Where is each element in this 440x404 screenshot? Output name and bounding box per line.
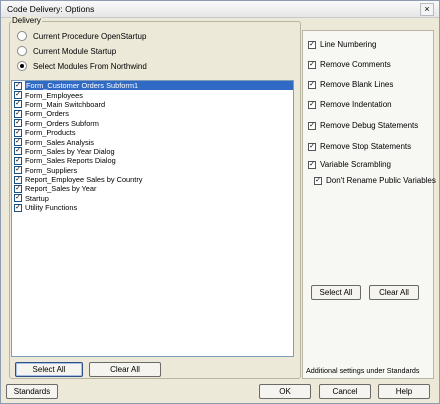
ok-button[interactable]: OK bbox=[259, 384, 311, 399]
list-item-label: Form_Sales Reports Dialog bbox=[25, 156, 116, 166]
list-item-label: Report_Employee Sales by Country bbox=[25, 175, 143, 185]
list-item[interactable]: ✓ Report_Employee Sales by Country bbox=[12, 175, 293, 184]
list-item[interactable]: ✓ Startup bbox=[12, 194, 293, 203]
list-item[interactable]: ✓ Form_Products bbox=[12, 128, 293, 137]
options-panel: ✓ Line Numbering ✓ Remove Comments ✓ Remove B… bbox=[302, 30, 436, 379]
list-item[interactable]: ✓ Form_Suppliers bbox=[12, 166, 293, 175]
checkbox-icon[interactable]: ✓ bbox=[308, 40, 316, 49]
checkbox-icon[interactable]: ✓ bbox=[14, 194, 22, 203]
checkbox-icon[interactable]: ✓ bbox=[14, 109, 22, 118]
list-item[interactable]: ✓ Form_Customer Orders Subform1 bbox=[12, 81, 293, 91]
option-checkbox[interactable]: ✓ Variable Scrambling bbox=[308, 159, 391, 170]
option-checkbox[interactable]: ✓ Remove Indentation bbox=[308, 99, 392, 110]
window-title: Code Delivery: Options bbox=[7, 4, 95, 14]
checkbox-icon[interactable]: ✓ bbox=[14, 138, 22, 147]
option-label: Remove Stop Statements bbox=[320, 142, 412, 151]
list-item-label: Report_Sales by Year bbox=[25, 184, 97, 194]
checkbox-icon[interactable]: ✓ bbox=[314, 176, 322, 185]
checkbox-icon[interactable]: ✓ bbox=[308, 160, 316, 169]
radio-current-procedure[interactable]: Current Procedure OpenStartup bbox=[17, 30, 146, 42]
checkbox-icon[interactable]: ✓ bbox=[14, 91, 22, 100]
radio-icon[interactable] bbox=[17, 46, 27, 56]
option-label: Remove Debug Statements bbox=[320, 121, 419, 130]
option-label: Remove Indentation bbox=[320, 100, 392, 109]
radio-label: Select Modules From Northwind bbox=[33, 61, 147, 71]
option-checkbox[interactable]: ✓ Remove Stop Statements bbox=[308, 141, 411, 152]
list-item-label: Form_Sales by Year Dialog bbox=[25, 146, 115, 156]
checkbox-icon[interactable]: ✓ bbox=[308, 142, 316, 151]
close-button[interactable]: × bbox=[420, 3, 434, 16]
list-item-label: Form_Orders bbox=[25, 109, 69, 119]
option-label: Remove Blank Lines bbox=[320, 80, 394, 89]
list-item-label: Utility Functions bbox=[25, 203, 78, 213]
title-bar[interactable]: Code Delivery: Options × bbox=[1, 1, 439, 18]
list-item[interactable]: ✓ Utility Functions bbox=[12, 203, 293, 212]
select-all-modules-button[interactable]: Select All bbox=[15, 362, 83, 377]
radio-current-module[interactable]: Current Module Startup bbox=[17, 45, 116, 57]
option-label: Remove Comments bbox=[320, 60, 391, 69]
option-label: Variable Scrambling bbox=[320, 160, 391, 169]
list-item-label: Form_Employees bbox=[25, 90, 83, 100]
list-item[interactable]: ✓ Form_Orders Subform bbox=[12, 119, 293, 128]
option-checkbox[interactable]: ✓ Remove Blank Lines bbox=[308, 79, 393, 90]
settings-note: Additional settings under Standards bbox=[306, 366, 420, 375]
list-item-label: Form_Suppliers bbox=[25, 165, 78, 175]
option-label: Line Numbering bbox=[320, 40, 377, 49]
checkbox-icon[interactable]: ✓ bbox=[308, 60, 316, 69]
help-button[interactable]: Help bbox=[378, 384, 430, 399]
checkbox-icon[interactable]: ✓ bbox=[308, 121, 316, 130]
options-dialog: Code Delivery: Options × Delivery Curren… bbox=[0, 0, 440, 404]
clear-all-modules-button[interactable]: Clear All bbox=[89, 362, 161, 377]
list-item[interactable]: ✓ Report_Sales by Year bbox=[12, 184, 293, 193]
radio-select-modules[interactable]: Select Modules From Northwind bbox=[17, 60, 147, 72]
list-item[interactable]: ✓ Form_Orders bbox=[12, 109, 293, 118]
clear-all-options-button[interactable]: Clear All bbox=[369, 285, 419, 300]
radio-label: Current Procedure OpenStartup bbox=[33, 31, 147, 41]
checkbox-icon[interactable]: ✓ bbox=[14, 203, 22, 212]
list-item[interactable]: ✓ Form_Sales Reports Dialog bbox=[12, 156, 293, 165]
option-label: Don't Rename Public Variables bbox=[326, 176, 436, 185]
radio-label: Current Module Startup bbox=[33, 46, 117, 56]
list-item[interactable]: ✓ Form_Sales Analysis bbox=[12, 137, 293, 147]
option-checkbox[interactable]: ✓ Line Numbering bbox=[308, 39, 376, 50]
list-item[interactable]: ✓ Form_Sales by Year Dialog bbox=[12, 147, 293, 156]
option-checkbox[interactable]: ✓ Remove Comments bbox=[308, 59, 391, 70]
list-item-label: Form_Orders Subform bbox=[25, 118, 99, 128]
checkbox-icon[interactable]: ✓ bbox=[14, 156, 22, 165]
checkbox-icon[interactable]: ✓ bbox=[308, 100, 316, 109]
option-checkbox[interactable]: ✓ Remove Debug Statements bbox=[308, 120, 418, 131]
list-item-label: Form_Sales Analysis bbox=[25, 137, 95, 147]
list-item[interactable]: ✓ Form_Employees bbox=[12, 90, 293, 100]
standards-button[interactable]: Standards bbox=[6, 384, 58, 399]
radio-icon[interactable] bbox=[17, 61, 27, 71]
checkbox-icon[interactable]: ✓ bbox=[14, 147, 22, 156]
checkbox-icon[interactable]: ✓ bbox=[14, 184, 22, 193]
checkbox-icon[interactable]: ✓ bbox=[308, 80, 316, 89]
checkbox-icon[interactable]: ✓ bbox=[14, 119, 22, 128]
list-item-label: Form_Products bbox=[25, 128, 76, 138]
select-all-options-button[interactable]: Select All bbox=[311, 285, 361, 300]
option-checkbox[interactable]: ✓ Don't Rename Public Variables bbox=[314, 175, 436, 186]
cancel-button[interactable]: Cancel bbox=[319, 384, 371, 399]
checkbox-icon[interactable]: ✓ bbox=[14, 175, 22, 184]
radio-icon[interactable] bbox=[17, 31, 27, 41]
checkbox-icon[interactable]: ✓ bbox=[14, 166, 22, 175]
delivery-group-label: Delivery bbox=[11, 16, 42, 25]
list-item-label: Form_Customer Orders Subform1 bbox=[25, 81, 293, 91]
checkbox-icon[interactable]: ✓ bbox=[14, 81, 22, 90]
list-item-label: Form_Main Switchboard bbox=[25, 99, 106, 109]
checkbox-icon[interactable]: ✓ bbox=[14, 128, 22, 137]
list-item[interactable]: ✓ Form_Main Switchboard bbox=[12, 100, 293, 109]
checkbox-icon[interactable]: ✓ bbox=[14, 100, 22, 109]
list-item-label: Startup bbox=[25, 193, 49, 203]
module-listbox[interactable]: ✓ Form_Customer Orders Subform1 ✓ Form_Empl… bbox=[11, 80, 294, 357]
